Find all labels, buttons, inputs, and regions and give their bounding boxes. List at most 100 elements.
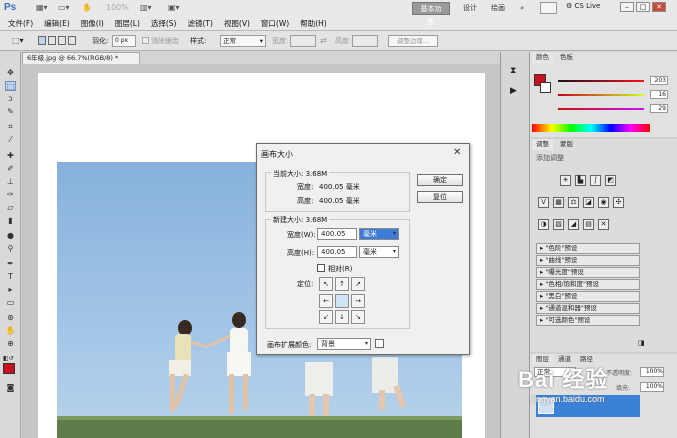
preset-levels[interactable]: ▸ "色阶"预设 xyxy=(536,243,640,254)
tab-swatches[interactable]: 色板 xyxy=(556,52,577,63)
menu-help[interactable]: 帮助(H) xyxy=(300,18,327,30)
black-white-icon[interactable]: ◪ xyxy=(583,197,594,208)
green-slider[interactable]: 16 xyxy=(558,90,668,99)
preset-channel-mixer[interactable]: ▸ "通道混和器"预设 xyxy=(536,303,640,314)
anchor-top[interactable]: ↑ xyxy=(335,277,349,291)
actions-panel-icon[interactable]: ▶ xyxy=(510,86,517,96)
menu-image[interactable]: 图像(I) xyxy=(81,18,104,30)
channel-mixer-icon[interactable]: ✣ xyxy=(613,197,624,208)
move-tool-icon[interactable]: ✥ xyxy=(5,68,16,78)
style-select[interactable]: 正常 ▾ xyxy=(220,35,266,47)
color-balance-icon[interactable]: ⚖ xyxy=(568,197,579,208)
relative-checkbox[interactable] xyxy=(317,264,325,272)
healing-brush-tool-icon[interactable]: ✚ xyxy=(5,151,16,161)
hand-tool-icon[interactable]: ✋ xyxy=(5,326,16,336)
close-window-button[interactable]: ✕ xyxy=(652,2,666,12)
selective-color-icon[interactable]: ✕ xyxy=(598,219,609,230)
height-input[interactable] xyxy=(352,35,378,47)
blue-value[interactable]: 29 xyxy=(650,104,668,113)
posterize-icon[interactable]: ▨ xyxy=(553,219,564,230)
arrange-documents-icon[interactable]: ▥▾ xyxy=(140,3,152,14)
vibrance-icon[interactable]: V xyxy=(538,197,549,208)
history-brush-tool-icon[interactable]: ✑ xyxy=(5,190,16,200)
menu-select[interactable]: 选择(S) xyxy=(151,18,177,30)
height-unit-select[interactable]: 毫米 ▾ xyxy=(359,246,399,258)
brush-tool-icon[interactable]: ✐ xyxy=(5,164,16,174)
eyedropper-tool-icon[interactable]: ⁄ xyxy=(5,135,16,145)
default-colors-icon[interactable]: ◧↺ xyxy=(3,355,14,362)
pen-tool-icon[interactable]: ✒ xyxy=(5,259,16,269)
threshold-icon[interactable]: ◢ xyxy=(568,219,579,230)
antialias-checkbox[interactable] xyxy=(142,37,149,44)
workspace-design[interactable]: 设计 xyxy=(458,2,482,15)
intersect-selection-icon[interactable] xyxy=(68,36,76,45)
bridge-icon[interactable]: ▦▾ xyxy=(36,3,48,14)
menu-filter[interactable]: 滤镜(T) xyxy=(188,18,213,30)
history-panel-icon[interactable]: ⧗ xyxy=(510,66,516,76)
refine-edge-button[interactable]: 调整边缘... xyxy=(388,35,438,47)
workspace-painting[interactable]: 绘画 xyxy=(486,2,510,15)
lasso-tool-icon[interactable]: ↄ xyxy=(5,94,16,104)
new-width-input[interactable]: 400.05 xyxy=(317,228,357,240)
levels-icon[interactable]: ▙ xyxy=(575,175,586,186)
zoom-tool-icon[interactable]: ⊕ xyxy=(5,339,16,349)
marquee-tool-icon[interactable]: ⬚ xyxy=(5,81,16,91)
color-spectrum[interactable] xyxy=(532,124,650,132)
blue-slider[interactable]: 29 xyxy=(558,104,668,113)
red-slider[interactable]: 203 xyxy=(558,76,668,85)
workspace-essentials[interactable]: 基本功能 xyxy=(412,2,450,26)
preset-hue-saturation[interactable]: ▸ "色相/饱和度"预设 xyxy=(536,279,640,290)
swap-icon[interactable]: ⇄ xyxy=(320,36,327,45)
extension-color-select[interactable]: 背景 ▾ xyxy=(317,338,371,350)
quick-select-tool-icon[interactable]: ✎ xyxy=(5,107,16,117)
cs-live-button[interactable]: ⚙ CS Live xyxy=(566,2,600,10)
anchor-top-left[interactable]: ↖ xyxy=(319,277,333,291)
tab-masks[interactable]: 蒙版 xyxy=(556,139,577,150)
green-value[interactable]: 16 xyxy=(650,90,668,99)
tab-color[interactable]: 颜色 xyxy=(532,52,553,63)
3d-rotate-tool-icon[interactable]: ⊛ xyxy=(5,313,16,323)
menu-window[interactable]: 窗口(W) xyxy=(261,18,289,30)
quick-mask-icon[interactable]: ◙ xyxy=(5,383,16,393)
preset-exposure[interactable]: ▸ "曝光度"预设 xyxy=(536,267,640,278)
gradient-tool-icon[interactable]: ▮ xyxy=(5,216,16,226)
menu-layer[interactable]: 图层(L) xyxy=(115,18,140,30)
clone-stamp-tool-icon[interactable]: ⊥ xyxy=(5,177,16,187)
dodge-tool-icon[interactable]: ⚲ xyxy=(5,244,16,254)
new-selection-icon[interactable] xyxy=(38,36,46,45)
maximize-button[interactable]: □ xyxy=(636,2,650,12)
anchor-center[interactable] xyxy=(335,293,349,308)
menu-edit[interactable]: 编辑(E) xyxy=(44,18,70,30)
gradient-map-icon[interactable]: ▤ xyxy=(583,219,594,230)
eraser-tool-icon[interactable]: ▱ xyxy=(5,203,16,213)
shape-tool-icon[interactable]: ▭ xyxy=(5,298,16,308)
red-value[interactable]: 203 xyxy=(650,76,668,85)
width-input[interactable] xyxy=(290,35,316,47)
anchor-right[interactable]: → xyxy=(351,293,365,308)
search-icon[interactable] xyxy=(540,2,557,14)
anchor-bottom-right[interactable]: ↘ xyxy=(351,310,365,325)
type-tool-icon[interactable]: T xyxy=(5,272,16,282)
panel-footer-icon[interactable]: ◨ xyxy=(638,339,645,347)
screen-mode-icon[interactable]: ▣▾ xyxy=(168,3,180,14)
feather-input[interactable]: 0 px xyxy=(112,35,136,47)
background-swatch[interactable] xyxy=(540,82,551,93)
workspace-more-icon[interactable]: » xyxy=(515,2,529,15)
subtract-selection-icon[interactable] xyxy=(58,36,66,45)
document-tab[interactable]: 6年级.jpg @ 66.7%(RGB/8) * xyxy=(22,52,140,64)
add-selection-icon[interactable] xyxy=(48,36,56,45)
zoom-level[interactable]: 100% xyxy=(106,3,129,14)
new-height-input[interactable]: 400.05 xyxy=(317,246,357,258)
path-select-tool-icon[interactable]: ▸ xyxy=(5,285,16,295)
hue-saturation-icon[interactable]: ▦ xyxy=(553,197,564,208)
menu-file[interactable]: 文件(F) xyxy=(8,18,33,30)
exposure-icon[interactable]: ◩ xyxy=(605,175,616,186)
anchor-left[interactable]: ← xyxy=(319,293,333,308)
anchor-bottom[interactable]: ↓ xyxy=(335,310,349,325)
preset-curves[interactable]: ▸ "曲线"预设 xyxy=(536,255,640,266)
extension-color-swatch[interactable] xyxy=(375,339,384,348)
anchor-bottom-left[interactable]: ↙ xyxy=(319,310,333,325)
close-icon[interactable]: ✕ xyxy=(453,147,461,158)
foreground-color-swatch[interactable] xyxy=(3,363,15,374)
minimize-button[interactable]: – xyxy=(620,2,634,12)
